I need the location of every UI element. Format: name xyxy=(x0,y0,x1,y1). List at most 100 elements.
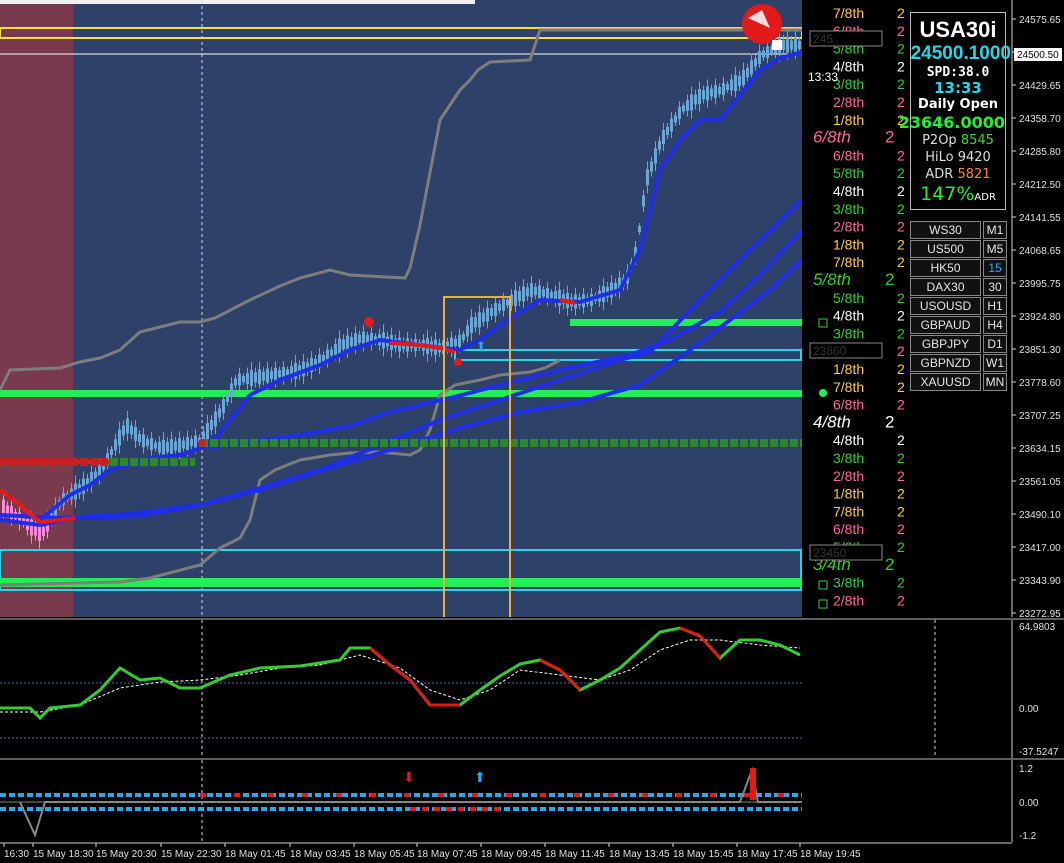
symbol-button-dax30[interactable]: DAX30 xyxy=(910,278,981,296)
murrey-value: 2 xyxy=(897,147,905,163)
murrey-value: 2 xyxy=(897,254,905,270)
murrey-value: 2 xyxy=(897,343,905,359)
price-tick-label: 23343.90 xyxy=(1019,576,1061,587)
price-tick-label: 23851.30 xyxy=(1019,345,1061,356)
red-signal-dot xyxy=(454,358,462,366)
time-tick-label: 15 May 20:30 xyxy=(96,849,157,859)
stat-row: ADR 5821 xyxy=(911,167,1005,182)
cyan-up-arrow-icon: ⬆ xyxy=(474,769,486,785)
price-tick-label: 24068.65 xyxy=(1019,246,1061,257)
symbol-info-panel: USA30i 24500.1000 SPD:38.0 13:33 Daily O… xyxy=(899,12,1011,210)
symbol-button-xauusd[interactable]: XAUUSD xyxy=(910,373,981,391)
price-tick-label: 23417.00 xyxy=(1019,543,1061,554)
stat-label: ADR xyxy=(925,167,958,182)
murrey-value: 2 xyxy=(897,308,905,324)
time-axis: 16:30 15 May 18:30 15 May 20:30 15 May 22:3… xyxy=(0,842,1012,860)
timeframe-button-m1[interactable]: M1 xyxy=(983,221,1007,239)
symbol-button-hk50[interactable]: HK50 xyxy=(910,259,981,277)
timeframe-button-15[interactable]: 15 xyxy=(983,259,1007,277)
murrey-label: 2/8th xyxy=(833,219,864,235)
time-tick-label: 18 May 15:45 xyxy=(673,849,734,859)
green-level-line xyxy=(570,319,802,326)
murrey-label: 5/8th xyxy=(833,290,864,306)
murrey-math-labels: 7/8th 2 6/8th 2 5/8th 2 4/8th 2 3/8th 2 2/8th 2 1/8t… xyxy=(813,5,905,608)
symbol-button-usousd[interactable]: USOUSD xyxy=(910,297,981,315)
time-tick-label: 18 May 11:45 xyxy=(545,849,605,859)
price-tick-label: 23924.80 xyxy=(1019,312,1061,323)
timeframe-button-30[interactable]: 30 xyxy=(983,278,1007,296)
murrey-major-label: 4/8th xyxy=(813,412,851,431)
murrey-major-value: 2 xyxy=(885,412,894,431)
murrey-value: 2 xyxy=(897,361,905,377)
timeframe-button-m5[interactable]: M5 xyxy=(983,240,1007,258)
murrey-value: 2 xyxy=(897,236,905,252)
murrey-label: 5/8th xyxy=(833,165,864,181)
server-time: 13:33 xyxy=(934,79,982,97)
murrey-label: 4/8th xyxy=(833,183,864,199)
murrey-label: 3/8th xyxy=(833,450,864,466)
murrey-label: 6/8th xyxy=(833,397,864,413)
murrey-value: 2 xyxy=(897,486,905,502)
stats-block: P2Op 8545 HiLo 9420 ADR 5821 xyxy=(911,133,1005,183)
stat-value: 8545 xyxy=(960,133,994,148)
stat-value: 9420 xyxy=(957,150,991,165)
signal-tick-label: -1.2 xyxy=(1019,831,1037,842)
price-tick-label: 23778.60 xyxy=(1019,378,1061,389)
murrey-value: 2 xyxy=(897,379,905,395)
timeframe-button-h1[interactable]: H1 xyxy=(983,297,1007,315)
symbol-button-ws30[interactable]: WS30 xyxy=(910,221,981,239)
trading-platform-chart-window: ⬆ 7/8th 2 6/8th 2 5/8th 2 4/8th 2 3/8th 2 2/8th 2 1/… xyxy=(0,0,1064,860)
murrey-label: 2/8th xyxy=(833,468,864,484)
murrey-label: 7/8th xyxy=(833,254,864,270)
murrey-value: 2 xyxy=(897,219,905,235)
murrey-label: 3/8th xyxy=(833,201,864,217)
murrey-value: 2 xyxy=(897,450,905,466)
timeframe-button-h4[interactable]: H4 xyxy=(983,316,1007,334)
murrey-value: 2 xyxy=(897,397,905,413)
murrey-value: 2 xyxy=(897,592,905,608)
candle-countdown: 13:33 xyxy=(808,70,838,84)
murrey-value: 2 xyxy=(897,503,905,519)
timeframe-button-d1[interactable]: D1 xyxy=(983,335,1007,353)
murrey-major-value: 2 xyxy=(885,270,894,289)
murrey-value: 2 xyxy=(897,183,905,199)
price-tick-label: 24212.50 xyxy=(1019,180,1061,191)
murrey-value: 2 xyxy=(897,76,905,92)
murrey-value: 2 xyxy=(897,290,905,306)
oscillator-pane: 64.9803 0.00 -37.5247 xyxy=(0,618,1064,758)
symbol-name: USA30i xyxy=(919,17,997,42)
spread: SPD:38.0 xyxy=(926,65,990,80)
murrey-major-value: 2 xyxy=(885,555,894,574)
murrey-label: 7/8th xyxy=(833,503,864,519)
red-down-arrow-icon: ⬇ xyxy=(403,769,415,785)
timeframe-button-mn[interactable]: MN xyxy=(983,373,1007,391)
adr-percent: 147%ADR xyxy=(920,183,996,205)
red-signal-dot xyxy=(198,439,206,447)
time-tick-label: 18 May 09:45 xyxy=(481,849,542,859)
symbol-button-gbpjpy[interactable]: GBPJPY xyxy=(910,335,981,353)
murrey-value: 2 xyxy=(897,165,905,181)
stat-row: P2Op 8545 xyxy=(911,133,1005,148)
price-tick-label: 23634.15 xyxy=(1019,444,1061,455)
murrey-value: 2 xyxy=(897,201,905,217)
murrey-label: 3/8th xyxy=(833,575,864,591)
price-tick-label: 23490.10 xyxy=(1019,510,1061,521)
murrey-label: 2/8th xyxy=(833,592,864,608)
time-tick-label: 15 May 18:30 xyxy=(33,849,94,859)
murrey-value: 2 xyxy=(897,325,905,341)
murrey-label: 3/8th xyxy=(833,325,864,341)
symbol-button-us500[interactable]: US500 xyxy=(910,240,981,258)
stat-value: 5821 xyxy=(957,167,991,182)
time-tick-label: 18 May 03:45 xyxy=(290,849,351,859)
price-tag: 23860 xyxy=(813,344,847,358)
price-tick-label: 23707.25 xyxy=(1019,411,1061,422)
red-signal-dot xyxy=(364,317,374,327)
murrey-label: 1/8th xyxy=(833,486,864,502)
murrey-major-label: 5/8th xyxy=(813,270,851,289)
murrey-value: 2 xyxy=(897,432,905,448)
murrey-label: 7/8th xyxy=(833,379,864,395)
murrey-label: 4/8th xyxy=(833,308,864,324)
symbol-button-gbpnzd[interactable]: GBPNZD xyxy=(910,354,981,372)
timeframe-button-w1[interactable]: W1 xyxy=(983,354,1007,372)
symbol-button-gbpaud[interactable]: GBPAUD xyxy=(910,316,981,334)
